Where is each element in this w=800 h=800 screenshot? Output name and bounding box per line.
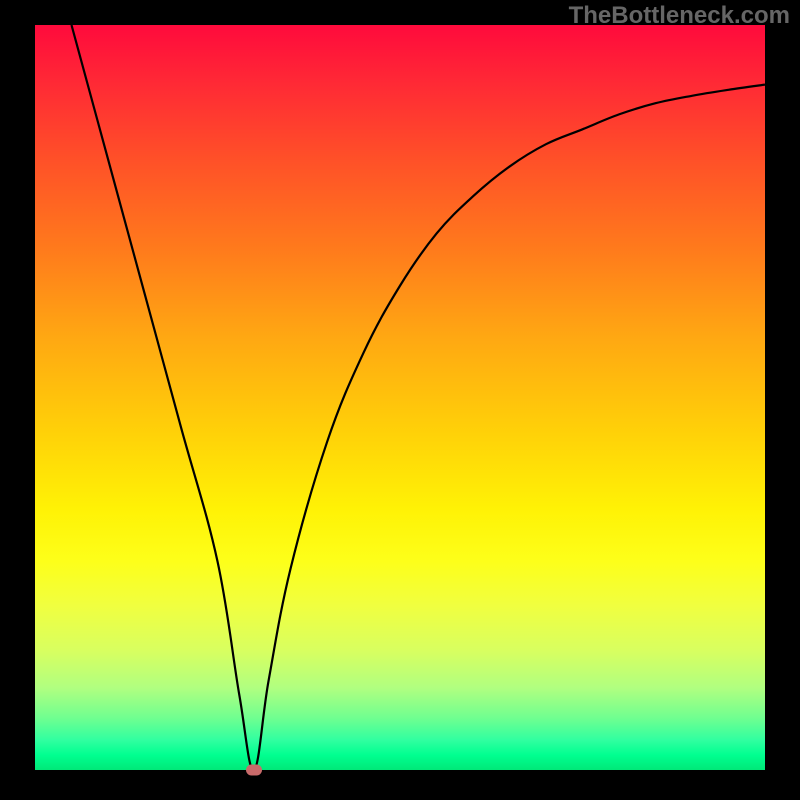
- curve-svg: [35, 25, 765, 770]
- plot-area: [35, 25, 765, 770]
- minimum-point-marker: [246, 765, 262, 776]
- bottleneck-curve: [72, 25, 766, 770]
- watermark-text: TheBottleneck.com: [569, 2, 790, 30]
